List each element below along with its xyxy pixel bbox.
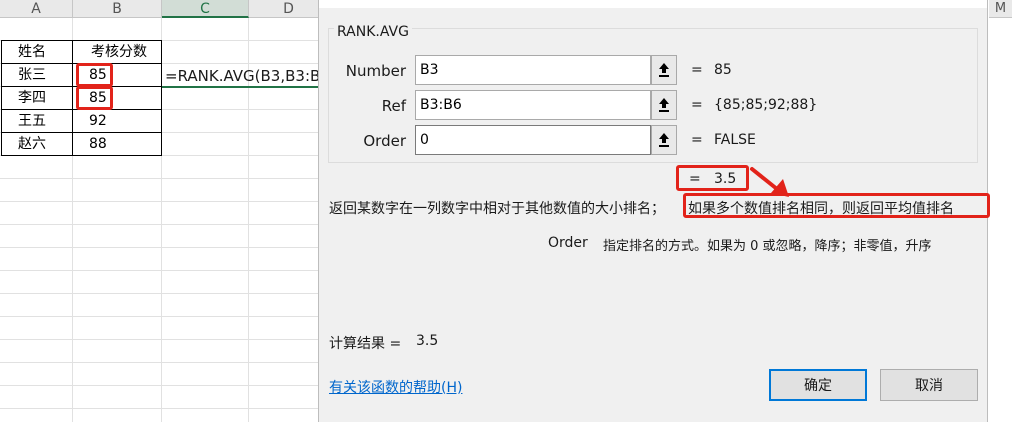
grid-line: [0, 201, 330, 202]
header-cell-name[interactable]: 姓名: [13, 41, 46, 63]
grid-line: [0, 270, 330, 271]
order-result: FALSE: [714, 132, 756, 148]
arg-label-ref: Ref: [381, 97, 406, 115]
ok-button[interactable]: 确定: [769, 369, 867, 401]
highlight-box-85-second: [76, 86, 113, 110]
formula-result-highlight: [676, 165, 749, 191]
column-header-m[interactable]: M: [989, 0, 1012, 18]
column-header-b[interactable]: B: [73, 0, 162, 18]
grid-line: [0, 385, 330, 386]
number-input[interactable]: B3: [415, 55, 651, 85]
grid-line: [0, 362, 330, 363]
formula-result-value: 3.5: [714, 171, 737, 187]
table-row-name[interactable]: 张三: [13, 64, 46, 86]
param-name: Order: [548, 235, 588, 251]
grid-line: [0, 178, 330, 179]
grid-line: [0, 408, 330, 409]
ref-input[interactable]: B3:B6: [415, 90, 651, 120]
table-row-score[interactable]: 92: [84, 110, 107, 132]
order-equals: =: [691, 132, 703, 148]
sheet-right-edge: M: [989, 0, 1012, 422]
column-header-d[interactable]: D: [249, 0, 329, 18]
ref-equals: =: [691, 97, 703, 113]
grid-line: [0, 316, 330, 317]
function-description-highlight: 如果多个数值排名相同，则返回平均值排名: [688, 201, 954, 217]
grid-line: [0, 339, 330, 340]
function-name-label: RANK.AVG: [334, 24, 412, 40]
ref-collapse-button[interactable]: [651, 90, 677, 120]
header-cell-score[interactable]: 考核分数: [86, 41, 147, 63]
function-description: 返回某数字在一列数字中相对于其他数值的大小排名；: [329, 201, 665, 217]
arg-label-number: Number: [345, 62, 406, 80]
number-result: 85: [714, 62, 732, 78]
grid-line: [0, 247, 330, 248]
function-help-link[interactable]: 有关该函数的帮助(H): [329, 377, 462, 397]
grid-line: [0, 293, 330, 294]
table-row-name[interactable]: 李四: [13, 87, 46, 109]
order-input[interactable]: 0: [415, 125, 651, 155]
table-row-name[interactable]: 王五: [13, 110, 46, 132]
calc-result-label: 计算结果 =: [329, 336, 402, 352]
table-row-score[interactable]: 88: [84, 133, 107, 155]
grid-line: [0, 224, 330, 225]
collapse-dialog-icon: [659, 133, 669, 147]
formula-result-equals: =: [689, 171, 701, 187]
cancel-button[interactable]: 取消: [880, 369, 978, 401]
function-arguments-dialog: RANK.AVG Number B3 = 85 Ref B3:B6 = {85;…: [318, 0, 990, 422]
calc-result-value: 3.5: [416, 333, 439, 349]
order-collapse-button[interactable]: [651, 125, 677, 155]
highlight-box-85-first: [76, 63, 113, 87]
number-equals: =: [691, 62, 703, 78]
table-line: [72, 40, 73, 156]
collapse-dialog-icon: [659, 63, 669, 77]
ref-result: {85;85;92;88}: [714, 97, 818, 113]
dialog-title-bar: [319, 0, 987, 8]
column-header-c[interactable]: C: [162, 0, 249, 18]
active-cell-formula[interactable]: =RANK.AVG(B3,B3:B: [162, 64, 332, 88]
collapse-dialog-icon: [659, 98, 669, 112]
arg-label-order: Order: [363, 132, 406, 150]
number-collapse-button[interactable]: [651, 55, 677, 85]
table-row-name[interactable]: 赵六: [13, 133, 46, 155]
param-description: 指定排名的方式。如果为 0 或忽略，降序；非零值，升序: [603, 239, 932, 254]
column-header-a[interactable]: A: [0, 0, 73, 18]
